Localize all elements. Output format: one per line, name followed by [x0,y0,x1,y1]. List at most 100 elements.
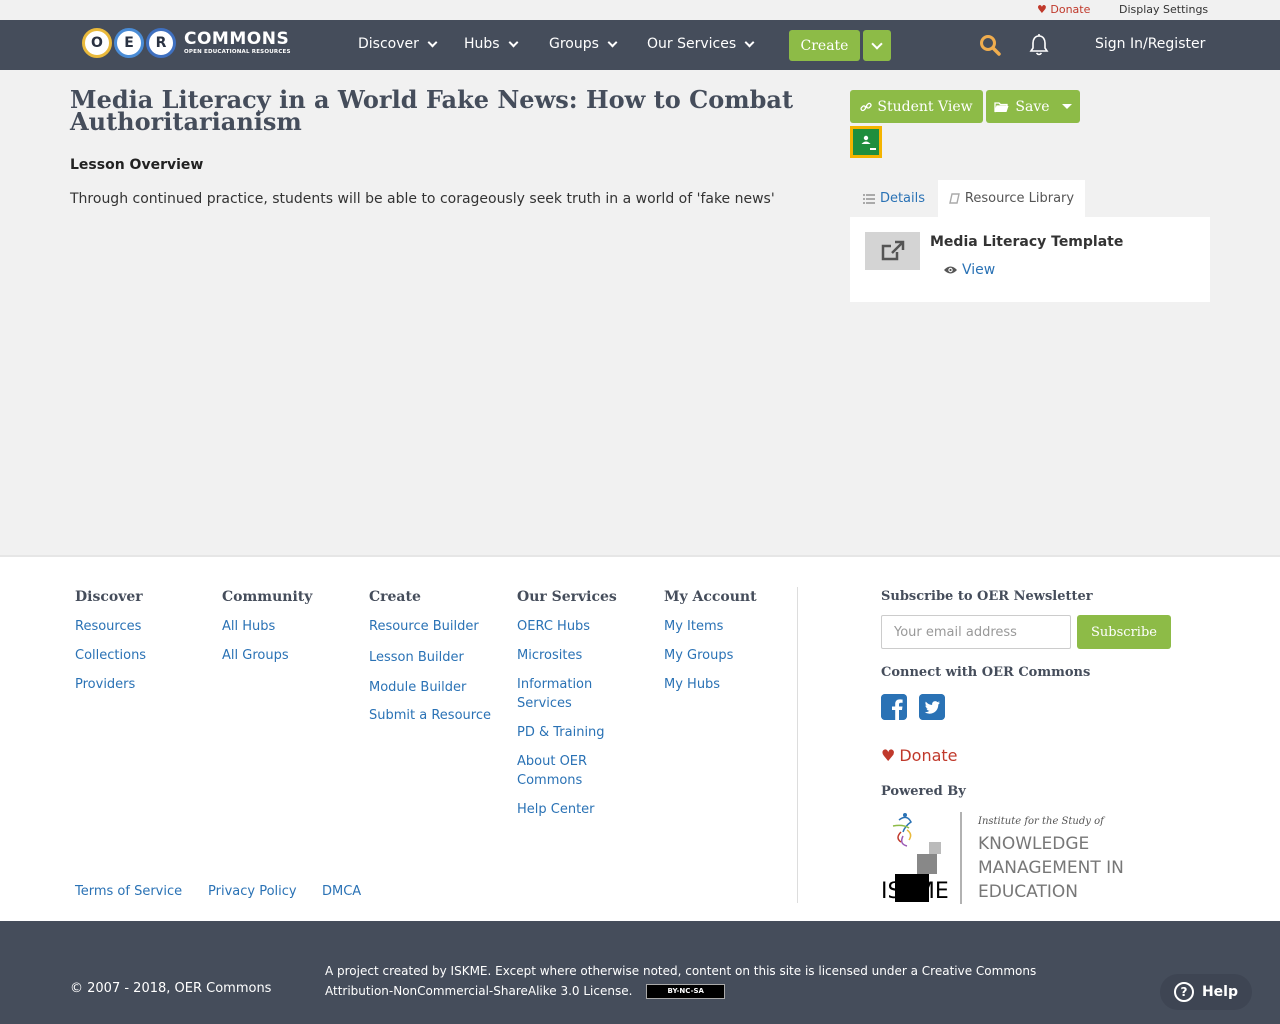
footer-donate-label: Donate [899,746,958,765]
footer-link-my-hubs[interactable]: My Hubs [664,675,757,694]
nav-discover[interactable]: Discover [358,36,438,52]
iskme-tagline: Institute for the Study of [977,816,1106,827]
library-item-title[interactable]: Media Literacy Template [930,234,1123,250]
iskme-logo[interactable]: ISKME Institute for the Study of KNOWLED… [881,812,1141,904]
chevron-down-icon [871,37,883,50]
lesson-overview-heading: Lesson Overview [70,157,204,173]
footer-col-my-account: My Account My Items My Groups My Hubs [664,589,757,704]
footer-link-submit-resource[interactable]: Submit a Resource [369,706,491,725]
cc-license-badge[interactable]: BY-NC-SA [646,984,726,999]
top-donate-label: Donate [1050,3,1091,16]
help-button[interactable]: ? Help [1160,974,1252,1010]
footer-link-all-hubs[interactable]: All Hubs [222,617,312,636]
logo-letter-r: R [146,28,176,58]
footer-link-my-groups[interactable]: My Groups [664,646,757,665]
display-settings-link[interactable]: Display Settings [1119,3,1208,16]
caret-down-icon [1061,104,1072,109]
bell-icon[interactable] [1028,33,1050,57]
sign-in-register-link[interactable]: Sign In/Register [1095,36,1205,52]
footer-col-community: Community All Hubs All Groups [222,589,312,675]
search-icon[interactable] [979,34,1001,56]
iskme-line-3: EDUCATION [978,882,1078,902]
save-label: Save [1015,98,1050,115]
top-donate-link[interactable]: ♥ Donate [1037,3,1090,16]
google-classroom-icon[interactable] [850,126,882,158]
chevron-down-icon [427,37,438,48]
oer-commons-logo[interactable]: O E R COMMONS OPEN EDUCATIONAL RESOURCES [82,25,291,61]
dmca-link[interactable]: DMCA [322,884,361,899]
footer-link-providers[interactable]: Providers [75,675,146,694]
nav-groups-label: Groups [549,36,599,52]
facebook-icon[interactable] [881,694,907,720]
chevron-down-icon [607,37,618,48]
help-icon: ? [1173,982,1194,1002]
page-title: Media Literacy in a World Fake News: How… [70,85,794,136]
footer-col-discover: Discover Resources Collections Providers [75,589,146,704]
external-link-icon[interactable] [865,232,920,270]
tab-resource-library[interactable]: Resource Library [938,180,1085,217]
folder-icon [994,101,1009,112]
save-button[interactable]: Save [986,90,1080,123]
student-view-button[interactable]: Student View [850,90,983,123]
footer-col-heading: Our Services [517,589,617,605]
library-item-view-label: View [962,262,996,278]
twitter-icon[interactable] [919,694,945,720]
footer-col-heading: Discover [75,589,143,605]
heart-icon: ♥ [1037,3,1047,16]
nav-groups[interactable]: Groups [549,36,618,52]
iskme-line-1: KNOWLEDGE [978,834,1089,854]
logo-letter-e: E [114,28,144,58]
copyright-text: © 2007 - 2018, OER Commons [70,981,272,996]
book-icon [949,193,960,204]
footer-link-all-groups[interactable]: All Groups [222,646,312,665]
tab-details[interactable]: Details [850,180,938,217]
nav-our-services[interactable]: Our Services [647,36,755,52]
terms-of-service-link[interactable]: Terms of Service [75,884,182,899]
footer-link-resources[interactable]: Resources [75,617,146,636]
license-text: A project created by ISKME. Except where… [325,961,1065,1001]
help-label: Help [1201,984,1239,1000]
logo-wordmark: COMMONS OPEN EDUCATIONAL RESOURCES [184,28,291,56]
footer-col-heading: Create [369,589,421,605]
iskme-mark: ISKME [881,879,949,904]
iskme-line-2: MANAGEMENT IN [978,858,1124,878]
tab-resource-library-label: Resource Library [964,191,1075,206]
eye-icon [944,266,957,274]
nav-hubs-label: Hubs [464,36,500,52]
create-dropdown-toggle[interactable] [863,30,891,61]
newsletter-email-field[interactable] [881,615,1071,649]
footer-link-microsites[interactable]: Microsites [517,646,627,665]
powered-by-heading: Powered By [881,784,966,799]
logo-word: COMMONS [184,28,290,49]
create-button[interactable]: Create [789,30,860,61]
footer-link-collections[interactable]: Collections [75,646,146,665]
lesson-overview-text: Through continued practice, students wil… [70,191,775,207]
site-footer: Discover Resources Collections Providers… [0,555,1280,921]
link-icon [860,102,873,111]
subscribe-button[interactable]: Subscribe [1077,615,1171,649]
footer-link-my-items[interactable]: My Items [664,617,757,636]
tab-details-label: Details [879,191,926,206]
footer-col-heading: My Account [664,589,757,605]
privacy-policy-link[interactable]: Privacy Policy [208,884,297,899]
footer-link-pd-training[interactable]: PD & Training [517,723,627,742]
footer-link-help-center[interactable]: Help Center [517,800,627,819]
bottom-bar: © 2007 - 2018, OER Commons A project cre… [0,921,1280,1024]
footer-divider [797,587,798,903]
student-view-label: Student View [877,98,973,115]
footer-link-resource-builder[interactable]: Resource Builder [369,617,491,636]
connect-heading: Connect with OER Commons [881,665,1091,680]
heart-icon: ♥ [881,746,896,765]
footer-link-oerc-hubs[interactable]: OERC Hubs [517,617,627,636]
footer-link-lesson-builder[interactable]: Lesson Builder [369,648,491,667]
footer-link-about[interactable]: About OER Commons [517,752,627,790]
footer-link-information-services[interactable]: Information Services [517,675,627,713]
library-item-view-link[interactable]: View [943,262,995,278]
footer-donate-link[interactable]: ♥ Donate [881,746,958,765]
chevron-down-icon [508,37,519,48]
footer-col-our-services: Our Services OERC Hubs Microsites Inform… [517,589,627,829]
utility-bar: ♥ Donate Display Settings [0,0,1280,20]
nav-hubs[interactable]: Hubs [464,36,519,52]
newsletter-heading: Subscribe to OER Newsletter [881,589,1093,604]
footer-link-module-builder[interactable]: Module Builder [369,678,491,697]
